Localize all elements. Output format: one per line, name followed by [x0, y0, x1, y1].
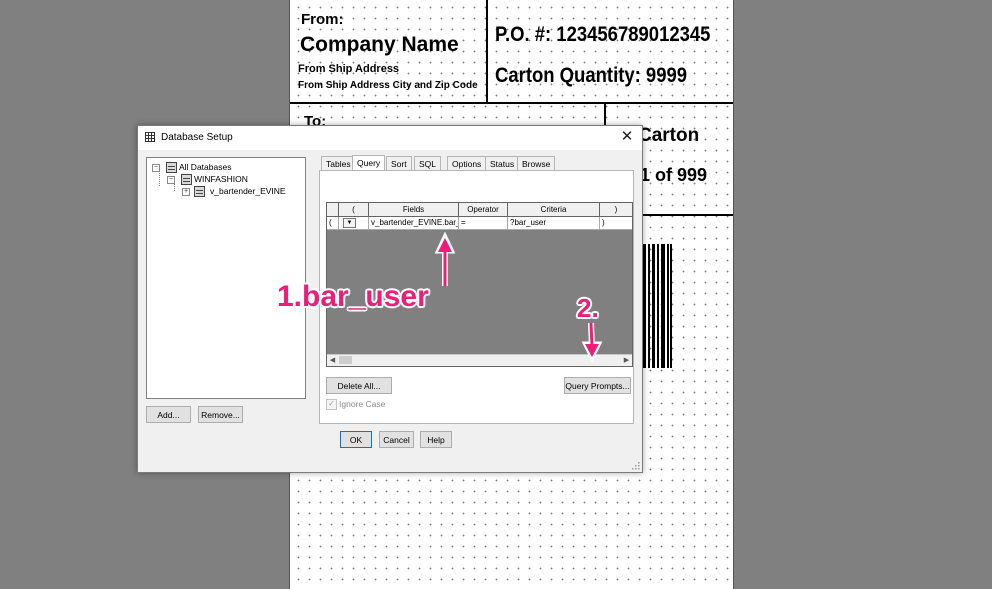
- company-name[interactable]: Company Name: [300, 33, 459, 57]
- tab-status[interactable]: Status: [485, 156, 520, 170]
- label-divider-horizontal: [290, 102, 733, 104]
- grid-open-paren-cell[interactable]: (: [327, 217, 339, 229]
- cancel-button[interactable]: Cancel: [379, 431, 414, 448]
- grid-header-operator[interactable]: Operator: [459, 203, 508, 216]
- from-address[interactable]: From Ship Address: [298, 63, 399, 75]
- carton-quantity[interactable]: Carton Quantity: 9999: [495, 64, 687, 88]
- carton-count[interactable]: 1 of 999: [640, 165, 707, 186]
- dialog-title: Database Setup: [161, 132, 233, 143]
- tab-sql[interactable]: SQL: [414, 156, 442, 170]
- scrollbar-thumb[interactable]: [339, 356, 352, 364]
- grid-row-selector-header: [327, 203, 339, 216]
- dialog-titlebar[interactable]: Database Setup ✕: [138, 126, 642, 150]
- tab-sort[interactable]: Sort: [386, 156, 412, 170]
- delete-all-button[interactable]: Delete All...: [326, 377, 392, 394]
- horizontal-scrollbar[interactable]: ◀ ▶: [327, 354, 632, 366]
- collapse-icon[interactable]: −: [167, 176, 175, 184]
- database-tree[interactable]: − All Databases − WINFASHION + v_bartend…: [146, 157, 306, 399]
- barcode[interactable]: [642, 244, 672, 368]
- collapse-icon[interactable]: −: [152, 164, 160, 172]
- tab-browse[interactable]: Browse: [517, 156, 556, 170]
- scroll-left-icon[interactable]: ◀: [327, 355, 338, 366]
- chevron-down-icon[interactable]: ▼: [343, 218, 356, 228]
- grid-header-open-paren[interactable]: (: [339, 203, 369, 216]
- help-button[interactable]: Help: [420, 431, 452, 448]
- grid-spacer-cell: [357, 217, 369, 229]
- label-divider-vertical: [486, 0, 488, 103]
- grid-header: ( Fields Operator Criteria ): [327, 203, 632, 217]
- close-icon[interactable]: ✕: [618, 128, 636, 146]
- annotation-step-1: 1.bar_user: [277, 280, 429, 313]
- tab-options[interactable]: Options: [447, 156, 487, 170]
- grid-operator-cell[interactable]: =: [459, 217, 508, 229]
- tree-item-label: All Databases: [179, 162, 232, 172]
- carton-label[interactable]: Carton: [638, 125, 699, 147]
- tree-item-label: v_bartender_EVINE: [210, 186, 286, 196]
- grid-header-criteria[interactable]: Criteria: [508, 203, 600, 216]
- table-icon: [194, 186, 205, 197]
- grid-criteria-cell[interactable]: ?bar_user: [508, 217, 600, 229]
- expand-icon[interactable]: +: [182, 188, 190, 196]
- grid-header-fields[interactable]: Fields: [369, 203, 459, 216]
- scroll-right-icon[interactable]: ▶: [621, 355, 632, 366]
- tab-tables[interactable]: Tables: [321, 156, 356, 170]
- annotation-step-2: 2.: [577, 293, 599, 323]
- ok-button[interactable]: OK: [340, 431, 372, 448]
- tree-item-label: WINFASHION: [194, 174, 248, 184]
- grid-header-close-paren[interactable]: ): [600, 203, 632, 216]
- table-row[interactable]: ( ▼ v_bartender_EVINE.bar_user = ?bar_us…: [327, 217, 632, 230]
- resize-grip-icon[interactable]: [632, 462, 640, 470]
- po-number[interactable]: P.O. #: 123456789012345: [495, 23, 710, 47]
- ignore-case-checkbox[interactable]: ✓: [326, 399, 337, 410]
- add-button[interactable]: Add...: [146, 406, 191, 423]
- from-label[interactable]: From:: [301, 11, 344, 28]
- grid-field-cell[interactable]: v_bartender_EVINE.bar_user: [369, 217, 459, 229]
- database-icon: [181, 174, 192, 185]
- remove-button[interactable]: Remove...: [198, 406, 243, 423]
- from-city-zip[interactable]: From Ship Address City and Zip Code: [298, 80, 478, 91]
- grid-close-paren-cell[interactable]: ): [600, 217, 632, 229]
- ignore-case-label: Ignore Case: [339, 399, 386, 409]
- query-prompts-button[interactable]: Query Prompts...: [564, 377, 631, 394]
- databases-icon: [166, 162, 177, 173]
- tab-query[interactable]: Query: [352, 155, 386, 171]
- database-grid-icon: [145, 132, 155, 142]
